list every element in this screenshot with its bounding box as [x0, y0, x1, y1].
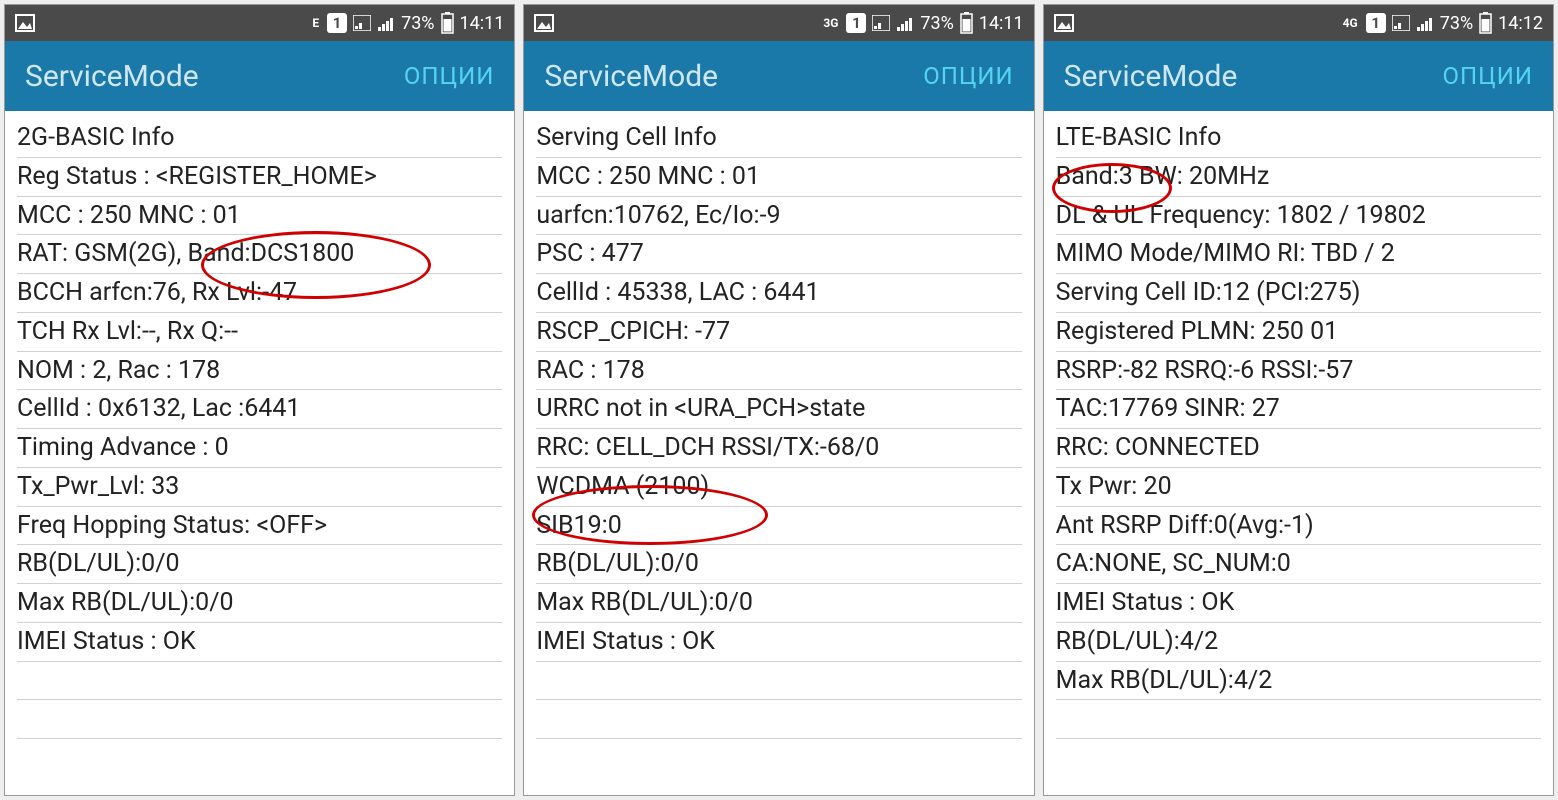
signal-icon-2 — [896, 15, 914, 31]
info-row: Timing Advance : 0 — [17, 429, 502, 468]
info-row: RB(DL/UL):0/0 — [536, 545, 1021, 584]
statusbar: 3G 1 73% 14:11 — [524, 5, 1033, 41]
app-title: ServiceMode — [25, 59, 199, 94]
titlebar: ServiceMode ОПЦИИ — [524, 41, 1033, 111]
signal-icon-1 — [872, 15, 890, 31]
screen-4g: 4G 1 73% 14:12 ServiceMode ОПЦИИ LTE-BAS… — [1043, 4, 1554, 796]
info-row: PSC : 477 — [536, 235, 1021, 274]
battery-percent: 73% — [1440, 13, 1473, 34]
signal-icon-1 — [353, 15, 371, 31]
network-type: 4G — [1343, 16, 1358, 30]
info-row: 2G-BASIC Info — [17, 119, 502, 158]
sim-indicator: 1 — [327, 13, 347, 33]
info-list: 2G-BASIC Info Reg Status : <REGISTER_HOM… — [5, 111, 514, 795]
sim-indicator: 1 — [1366, 13, 1386, 33]
info-row: Serving Cell ID:12 (PCI:275) — [1056, 274, 1541, 313]
info-row — [17, 700, 502, 739]
clock: 14:11 — [979, 13, 1024, 34]
info-row: RRC: CONNECTED — [1056, 429, 1541, 468]
signal-icon-2 — [377, 15, 395, 31]
titlebar: ServiceMode ОПЦИИ — [5, 41, 514, 111]
info-row: MIMO Mode/MIMO RI: TBD / 2 — [1056, 235, 1541, 274]
battery-icon — [441, 12, 454, 34]
info-row: BCCH arfcn:76, Rx Lvl:-47 — [17, 274, 502, 313]
info-row: RB(DL/UL):4/2 — [1056, 623, 1541, 662]
options-button[interactable]: ОПЦИИ — [404, 62, 494, 90]
signal-icon-1 — [1392, 15, 1410, 31]
app-title: ServiceMode — [544, 59, 718, 94]
network-type: E — [312, 16, 319, 30]
info-row: MCC : 250 MNC : 01 — [17, 197, 502, 236]
info-row: Tx Pwr: 20 — [1056, 468, 1541, 507]
screen-2g: E 1 73% 14:11 ServiceMode ОПЦИИ 2G-BASIC… — [4, 4, 515, 796]
image-icon — [1054, 14, 1074, 32]
statusbar: E 1 73% 14:11 — [5, 5, 514, 41]
info-row: IMEI Status : OK — [536, 623, 1021, 662]
battery-icon — [960, 12, 973, 34]
info-row: Max RB(DL/UL):0/0 — [17, 584, 502, 623]
info-row: Serving Cell Info — [536, 119, 1021, 158]
info-row: Band:3 BW: 20MHz — [1056, 158, 1541, 197]
info-row — [1056, 700, 1541, 739]
screen-3g: 3G 1 73% 14:11 ServiceMode ОПЦИИ Serving… — [523, 4, 1034, 796]
info-row — [536, 662, 1021, 701]
info-row: NOM : 2, Rac : 178 — [17, 352, 502, 391]
info-row: Max RB(DL/UL):0/0 — [536, 584, 1021, 623]
signal-icon-2 — [1416, 15, 1434, 31]
info-row: Ant RSRP Diff:0(Avg:-1) — [1056, 507, 1541, 546]
battery-percent: 73% — [401, 13, 434, 34]
titlebar: ServiceMode ОПЦИИ — [1044, 41, 1553, 111]
info-row: WCDMA (2100) — [536, 468, 1021, 507]
info-row: uarfcn:10762, Ec/Io:-9 — [536, 197, 1021, 236]
image-icon — [15, 14, 35, 32]
app-title: ServiceMode — [1064, 59, 1238, 94]
image-icon — [534, 14, 554, 32]
info-row: RSCP_CPICH: -77 — [536, 313, 1021, 352]
clock: 14:11 — [460, 13, 505, 34]
info-row: MCC : 250 MNC : 01 — [536, 158, 1021, 197]
info-row — [536, 700, 1021, 739]
info-row: Reg Status : <REGISTER_HOME> — [17, 158, 502, 197]
info-row: RAC : 178 — [536, 352, 1021, 391]
info-row: IMEI Status : OK — [17, 623, 502, 662]
info-row: RB(DL/UL):0/0 — [17, 545, 502, 584]
options-button[interactable]: ОПЦИИ — [923, 62, 1013, 90]
sim-indicator: 1 — [846, 13, 866, 33]
info-row: Max RB(DL/UL):4/2 — [1056, 662, 1541, 701]
info-row: Registered PLMN: 250 01 — [1056, 313, 1541, 352]
info-row: Freq Hopping Status: <OFF> — [17, 507, 502, 546]
info-row: LTE-BASIC Info — [1056, 119, 1541, 158]
info-row: Tx_Pwr_Lvl: 33 — [17, 468, 502, 507]
info-row: RRC: CELL_DCH RSSI/TX:-68/0 — [536, 429, 1021, 468]
info-row: IMEI Status : OK — [1056, 584, 1541, 623]
clock: 14:12 — [1498, 13, 1543, 34]
info-row: URRC not in <URA_PCH>state — [536, 390, 1021, 429]
info-list: Serving Cell Info MCC : 250 MNC : 01 uar… — [524, 111, 1033, 795]
statusbar: 4G 1 73% 14:12 — [1044, 5, 1553, 41]
network-type: 3G — [823, 16, 838, 30]
info-row: CellId : 0x6132, Lac :6441 — [17, 390, 502, 429]
battery-percent: 73% — [920, 13, 953, 34]
info-row: DL & UL Frequency: 1802 / 19802 — [1056, 197, 1541, 236]
info-row: RAT: GSM(2G), Band:DCS1800 — [17, 235, 502, 274]
info-row — [17, 662, 502, 701]
info-row: RSRP:-82 RSRQ:-6 RSSI:-57 — [1056, 352, 1541, 391]
info-row: TAC:17769 SINR: 27 — [1056, 390, 1541, 429]
options-button[interactable]: ОПЦИИ — [1443, 62, 1533, 90]
info-row: CA:NONE, SC_NUM:0 — [1056, 545, 1541, 584]
info-list: LTE-BASIC Info Band:3 BW: 20MHz DL & UL … — [1044, 111, 1553, 795]
info-row: CellId : 45338, LAC : 6441 — [536, 274, 1021, 313]
info-row: SIB19:0 — [536, 507, 1021, 546]
info-row: TCH Rx Lvl:--, Rx Q:-- — [17, 313, 502, 352]
battery-icon — [1479, 12, 1492, 34]
